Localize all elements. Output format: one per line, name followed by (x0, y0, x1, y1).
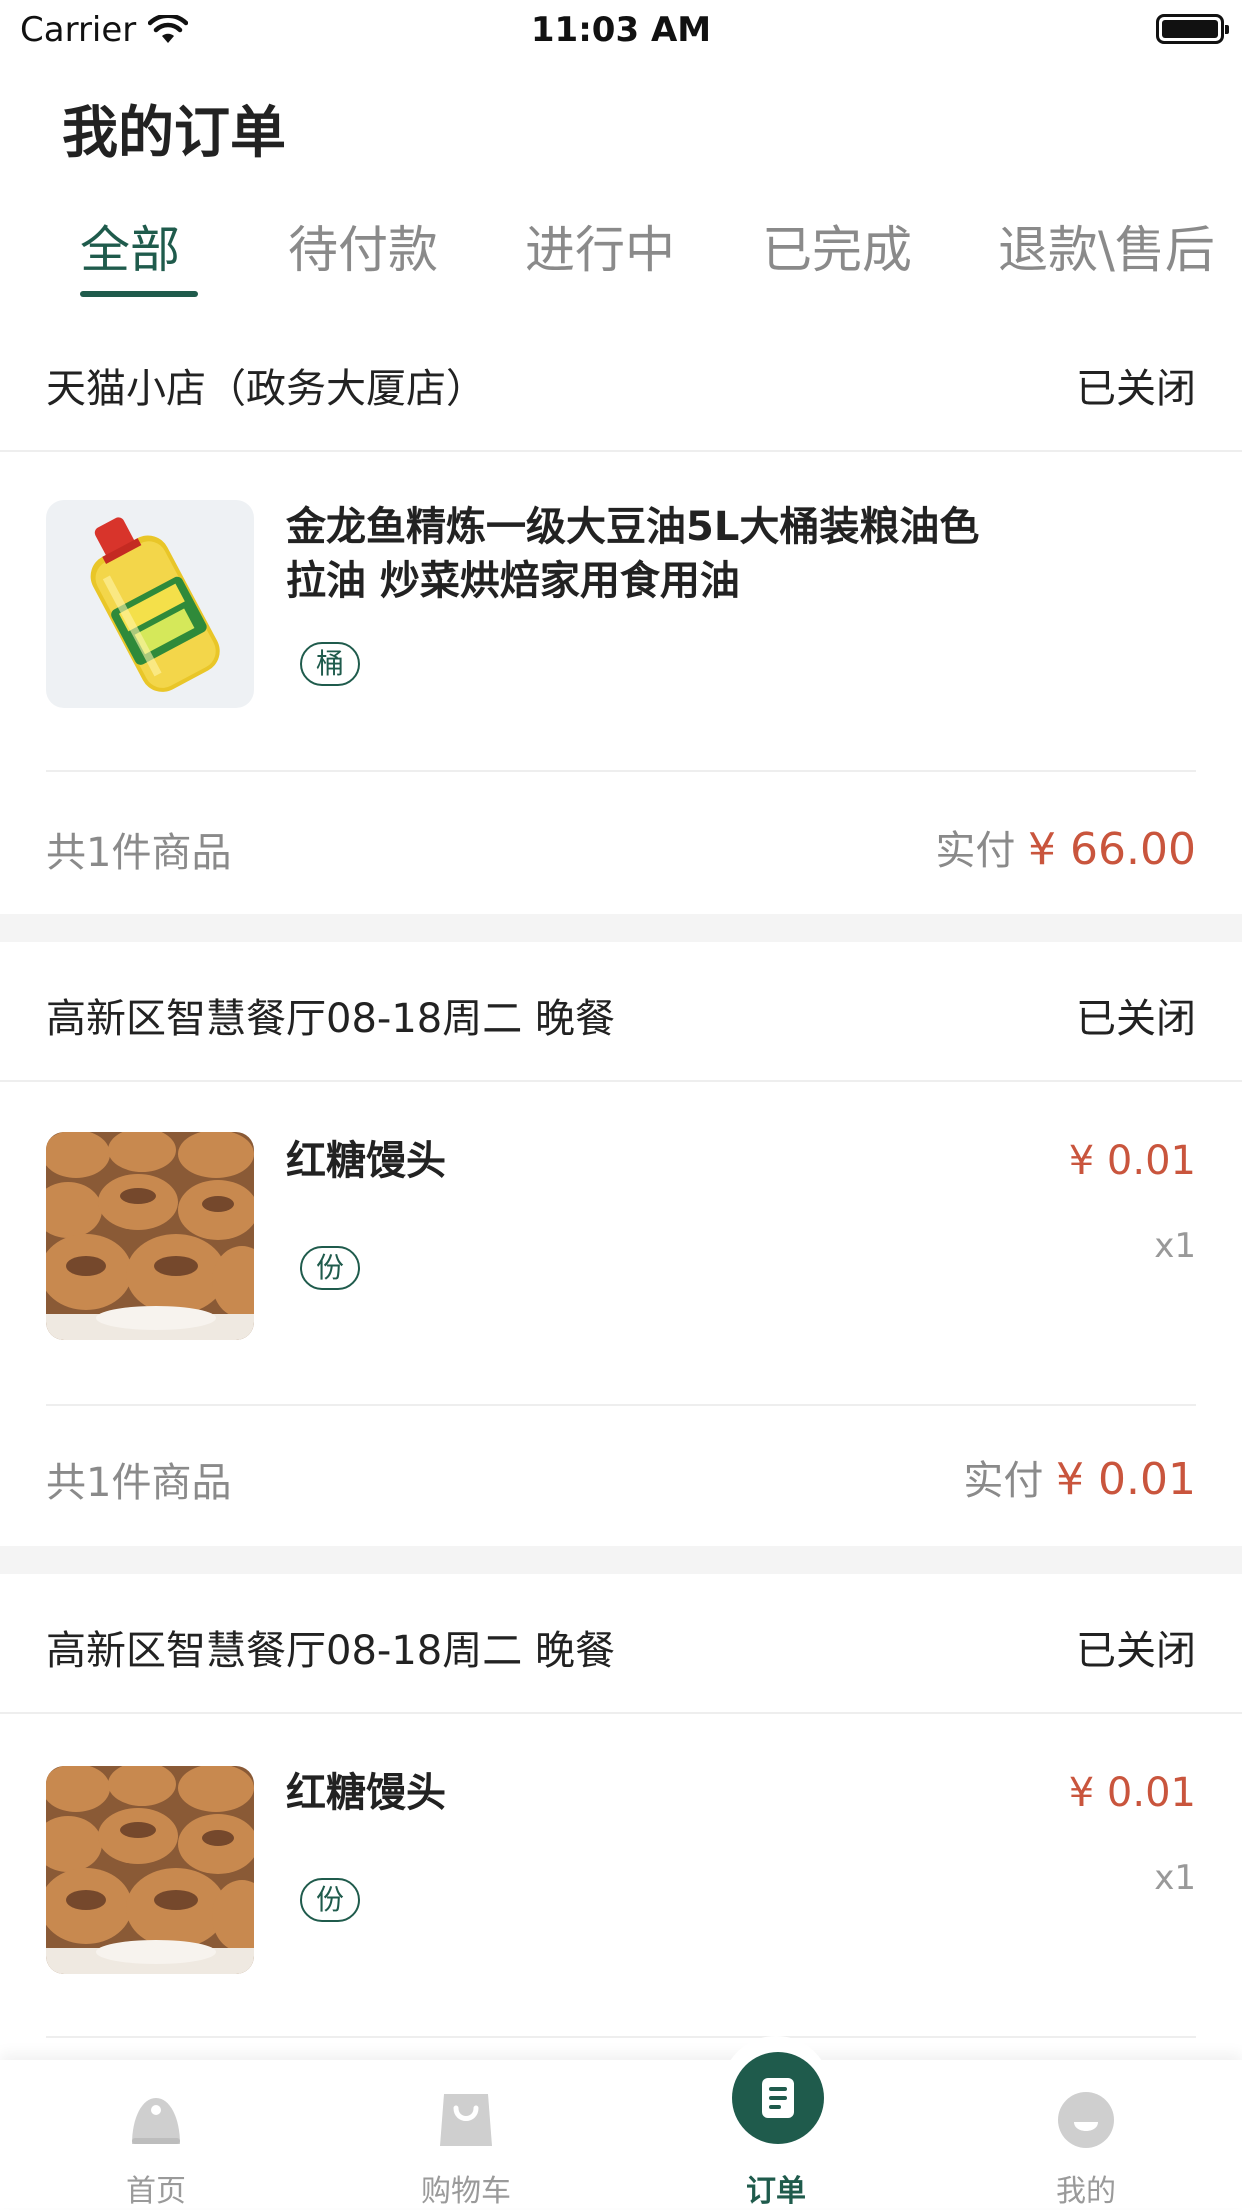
paid-total: 实付 ¥ 66.00 (935, 818, 1196, 876)
order-card[interactable]: 高新区智慧餐厅08-18周二 晚餐 已关闭 红糖馒头 份 ¥ 0.01 x1 (0, 1574, 1242, 2060)
tab-bar-label: 我的 (1056, 2174, 1116, 2209)
shopping-bag-icon (440, 2094, 492, 2146)
status-bar: Carrier 11:03 AM (0, 0, 1242, 62)
tab-refund[interactable]: 退款\售后 (998, 210, 1215, 282)
divider (46, 2036, 1196, 2038)
brown-sugar-buns-icon (46, 1132, 254, 1340)
spec-tag: 份 (300, 1878, 360, 1922)
paid-label: 实付 (963, 1458, 1044, 1504)
page-title: 我的订单 (62, 101, 286, 166)
product-image[interactable] (46, 1132, 254, 1340)
tab-bar-cart[interactable]: 购物车 (366, 2060, 566, 2209)
store-name: 高新区智慧餐厅08-18周二 晚餐 (46, 1628, 615, 1674)
spec-tag: 桶 (300, 642, 360, 686)
store-name: 高新区智慧餐厅08-18周二 晚餐 (46, 996, 615, 1042)
paid-amount: ¥ 0.01 (1056, 1454, 1196, 1505)
active-tab-indicator (80, 291, 198, 297)
product-image[interactable] (46, 500, 254, 708)
tab-all[interactable]: 全部 (80, 210, 180, 282)
product-image[interactable] (46, 1766, 254, 1974)
section-gap (0, 1546, 1242, 1574)
order-header: 高新区智慧餐厅08-18周二 晚餐 已关闭 (0, 1574, 1242, 1714)
product-name[interactable]: 红糖馒头 (286, 1766, 1006, 1820)
order-status: 已关闭 (1076, 996, 1196, 1042)
tab-bar-label: 首页 (126, 2174, 186, 2209)
product-name[interactable]: 红糖馒头 (286, 1134, 1006, 1188)
order-list-glyph (762, 2078, 794, 2118)
home-icon (132, 2098, 180, 2144)
product-quantity: x1 (1154, 1858, 1196, 1898)
product-price: ¥ 0.01 (1068, 1770, 1196, 1816)
tab-in-progress[interactable]: 进行中 (525, 210, 675, 282)
clock: 11:03 AM (530, 10, 712, 50)
order-status: 已关闭 (1076, 1628, 1196, 1674)
tab-bar-label: 购物车 (421, 2174, 511, 2209)
bottom-tab-bar: 首页 购物车 订单 我的 (0, 2060, 1242, 2209)
paid-amount: ¥ 66.00 (1028, 824, 1196, 875)
tab-bar-label: 订单 (746, 2174, 806, 2209)
paid-total: 实付 ¥ 0.01 (963, 1448, 1196, 1506)
product-quantity: x1 (1154, 1226, 1196, 1266)
order-card[interactable]: 天猫小店（政务大厦店） 已关闭 金龙鱼精炼一级大豆油5L大桶装粮油色拉油 炒菜烘… (0, 312, 1242, 914)
order-card[interactable]: 高新区智慧餐厅08-18周二 晚餐 已关闭 红糖馒头 份 ¥ 0.01 x1 共… (0, 942, 1242, 1546)
battery-icon (1156, 14, 1229, 44)
tab-bar-home[interactable]: 首页 (56, 2060, 256, 2209)
tab-completed[interactable]: 已完成 (762, 210, 912, 282)
order-list-icon[interactable] (732, 2052, 824, 2144)
store-name: 天猫小店（政务大厦店） (46, 366, 486, 412)
divider (46, 770, 1196, 772)
order-tabs: 全部 待付款 进行中 已完成 退款\售后 (0, 210, 1242, 300)
divider (46, 1404, 1196, 1406)
product-price: ¥ 0.01 (1068, 1138, 1196, 1184)
item-count: 共1件商品 (46, 830, 232, 876)
cooking-oil-bottle-icon (46, 500, 254, 708)
brown-sugar-buns-icon (46, 1766, 254, 1974)
profile-icon (1058, 2092, 1114, 2148)
tab-bar-profile[interactable]: 我的 (986, 2060, 1186, 2209)
spec-tag: 份 (300, 1246, 360, 1290)
order-status: 已关闭 (1076, 366, 1196, 412)
product-name[interactable]: 金龙鱼精炼一级大豆油5L大桶装粮油色拉油 炒菜烘焙家用食用油 (286, 500, 1006, 608)
order-header: 高新区智慧餐厅08-18周二 晚餐 已关闭 (0, 942, 1242, 1082)
paid-label: 实付 (935, 828, 1016, 874)
item-count: 共1件商品 (46, 1460, 232, 1506)
tab-pending-payment[interactable]: 待付款 (288, 210, 438, 282)
order-header: 天猫小店（政务大厦店） 已关闭 (0, 312, 1242, 452)
section-gap (0, 914, 1242, 942)
